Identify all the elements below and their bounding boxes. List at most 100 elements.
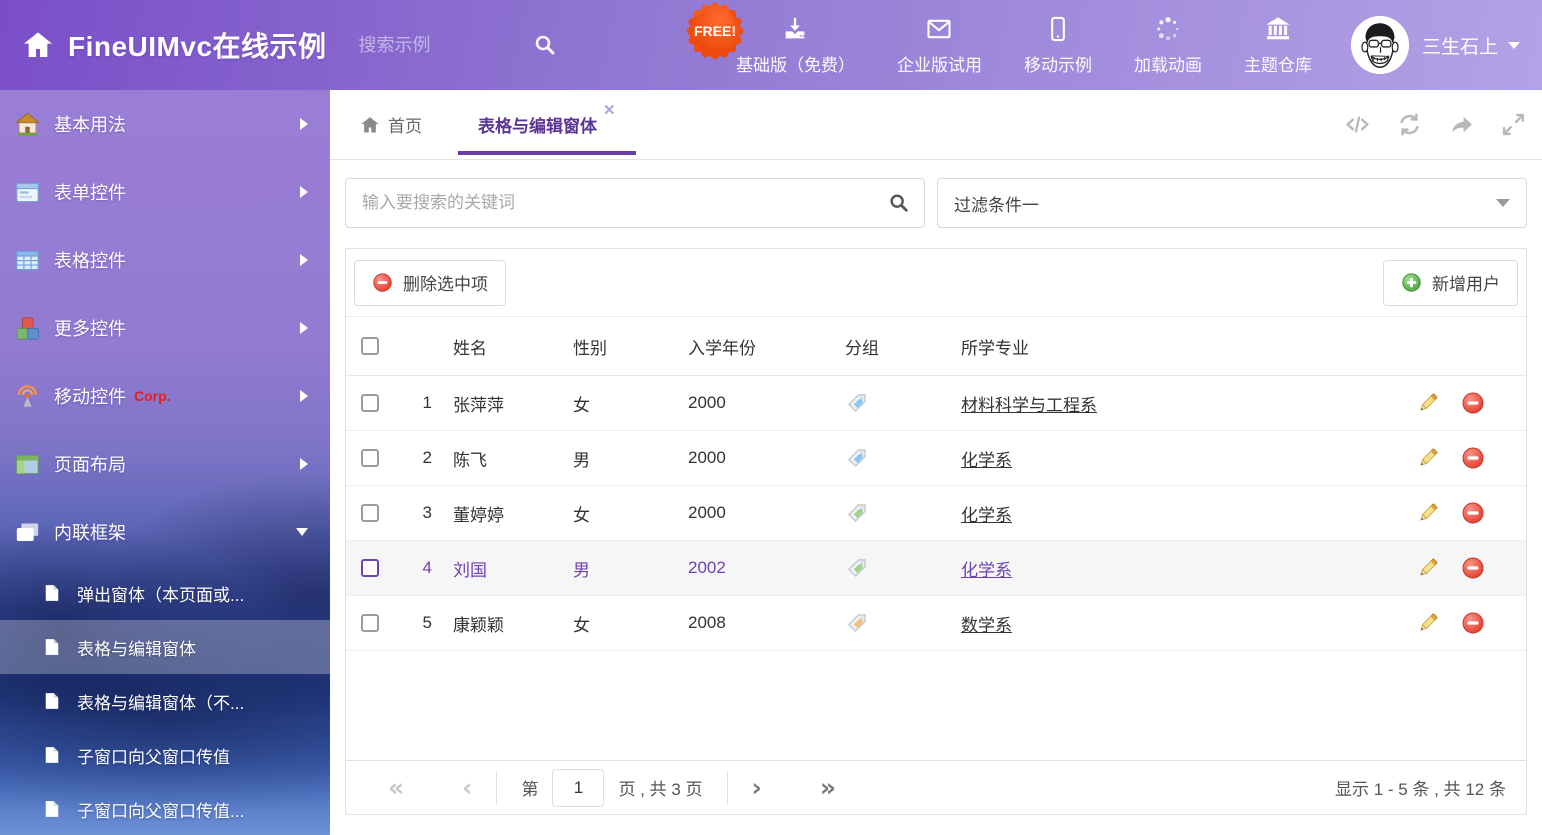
sidebar-item-mobile-controls[interactable]: 移动控件 Corp. (0, 362, 330, 430)
table-row[interactable]: 1 张萍萍 女 2000 材料科学与工程系 (346, 376, 1526, 431)
sidebar-item-label: 表格控件 (54, 247, 126, 273)
user-menu[interactable]: 三生石上 (1351, 16, 1520, 74)
edit-icon[interactable] (1416, 501, 1440, 525)
major-link[interactable]: 数学系 (961, 616, 1012, 635)
row-checkbox[interactable] (361, 504, 379, 522)
filter-dropdown[interactable]: 过滤条件一 (937, 178, 1527, 228)
major-link[interactable]: 化学系 (961, 561, 1012, 580)
sidebar-item-label: 基本用法 (54, 111, 126, 137)
delete-icon[interactable] (1461, 611, 1485, 635)
table-row[interactable]: 5 康颖颖 女 2008 数学系 (346, 596, 1526, 651)
edit-icon[interactable] (1416, 611, 1440, 635)
content: 过滤条件一 删除选中项 新增用户 (330, 160, 1542, 835)
nav-label: 基础版（免费） (736, 51, 855, 76)
nav-item-mobile-demos[interactable]: 移动示例 (1003, 15, 1113, 76)
cell-year: 2000 (686, 393, 841, 413)
keyword-search-input[interactable] (360, 192, 888, 214)
home-icon[interactable] (22, 29, 54, 61)
sidebar-subitem-child-to-parent[interactable]: 子窗口向父窗口传值 (0, 728, 330, 782)
row-checkbox[interactable] (361, 559, 379, 577)
header-search-input[interactable] (357, 34, 507, 57)
antenna-icon (14, 383, 41, 410)
corp-badge: Corp. (134, 388, 171, 404)
chevron-right-icon (300, 390, 308, 402)
layout-icon (14, 451, 41, 478)
cell-gender: 女 (571, 611, 686, 636)
last-page-button[interactable]: » (820, 775, 836, 800)
sidebar-item-page-layout[interactable]: 页面布局 (0, 430, 330, 498)
first-page-button[interactable]: « (388, 775, 404, 800)
sidebar-item-form-controls[interactable]: 表单控件 (0, 158, 330, 226)
sidebar-subitem-popup-window[interactable]: 弹出窗体（本页面或... (0, 566, 330, 620)
major-link[interactable]: 材料科学与工程系 (961, 396, 1097, 415)
row-checkbox[interactable] (361, 614, 379, 632)
edit-icon[interactable] (1416, 556, 1440, 580)
app-window: FineUIMvc在线示例 FREE! 基础版（免费） 企 (0, 0, 1542, 835)
header-nav: 基础版（免费） 企业版试用 移动示例 加载动画 (715, 15, 1333, 76)
sidebar-item-more-controls[interactable]: 更多控件 (0, 294, 330, 362)
sidebar-item-inline-frame[interactable]: 内联框架 (0, 498, 330, 566)
row-number: 3 (406, 503, 446, 523)
nav-label: 移动示例 (1024, 51, 1092, 76)
sidebar-subitem-grid-edit-window-2[interactable]: 表格与编辑窗体（不... (0, 674, 330, 728)
major-link[interactable]: 化学系 (961, 451, 1012, 470)
select-all-checkbox[interactable] (361, 337, 379, 355)
nav-item-loading-animations[interactable]: 加载动画 (1113, 15, 1223, 76)
column-header-major: 所学专业 (956, 334, 1416, 359)
delete-icon[interactable] (1461, 556, 1485, 580)
major-link[interactable]: 化学系 (961, 506, 1012, 525)
prev-page-button[interactable]: ‹ (462, 775, 472, 800)
cell-year: 2000 (686, 448, 841, 468)
expand-icon[interactable] (1501, 112, 1526, 137)
delete-icon[interactable] (1461, 391, 1485, 415)
column-header-gender: 性别 (571, 334, 686, 359)
nav-item-enterprise-trial[interactable]: 企业版试用 (876, 15, 1003, 76)
envelope-icon (925, 15, 953, 43)
row-checkbox[interactable] (361, 449, 379, 467)
sidebar-subitem-label: 表格与编辑窗体（不... (77, 689, 244, 714)
cell-year: 2008 (686, 613, 841, 633)
sidebar-subitem-label: 子窗口向父窗口传值 (77, 743, 230, 768)
row-number: 4 (406, 558, 446, 578)
page-number-input[interactable] (552, 769, 604, 807)
table-row[interactable]: 3 董婷婷 女 2000 化学系 (346, 486, 1526, 541)
close-icon[interactable]: ✕ (603, 103, 616, 118)
row-checkbox[interactable] (361, 394, 379, 412)
tab-home[interactable]: 首页 (346, 90, 436, 159)
nav-item-theme-store[interactable]: 主题仓库 (1223, 15, 1333, 76)
record-count-summary: 显示 1 - 5 条 , 共 12 条 (1335, 775, 1506, 800)
table-row[interactable]: 4 刘国 男 2002 化学系 (346, 541, 1526, 596)
delete-icon[interactable] (1461, 446, 1485, 470)
cell-name: 张萍萍 (446, 391, 571, 416)
refresh-icon[interactable] (1397, 112, 1422, 137)
filter-row: 过滤条件一 (345, 178, 1527, 228)
nav-label: 加载动画 (1134, 51, 1202, 76)
page-suffix-label: 页 , 共 3 页 (618, 775, 702, 800)
tag-icon (841, 556, 956, 580)
edit-icon[interactable] (1416, 446, 1440, 470)
delete-selected-button[interactable]: 删除选中项 (354, 260, 506, 306)
sidebar-item-label: 移动控件 (54, 383, 126, 409)
search-icon[interactable] (533, 33, 557, 57)
header: FineUIMvc在线示例 FREE! 基础版（免费） 企 (0, 0, 1542, 90)
tab-grid-edit-window[interactable]: 表格与编辑窗体 ✕ (458, 90, 636, 159)
sidebar-item-basic-usage[interactable]: 基本用法 (0, 90, 330, 158)
delete-icon[interactable] (1461, 501, 1485, 525)
source-code-icon[interactable] (1345, 112, 1370, 137)
bank-icon (1264, 15, 1292, 43)
add-user-button[interactable]: 新增用户 (1383, 260, 1518, 306)
tab-tools (1345, 90, 1526, 159)
sidebar-item-grid-controls[interactable]: 表格控件 (0, 226, 330, 294)
table-row[interactable]: 2 陈飞 男 2000 化学系 (346, 431, 1526, 486)
plus-circle-icon (1401, 272, 1422, 293)
edit-icon[interactable] (1416, 391, 1440, 415)
sidebar-item-label: 表单控件 (54, 179, 126, 205)
cell-gender: 男 (571, 446, 686, 471)
sidebar-subitem-grid-edit-window[interactable]: 表格与编辑窗体 (0, 620, 330, 674)
share-icon[interactable] (1449, 112, 1474, 137)
sidebar-subitem-child-to-parent-2[interactable]: 子窗口向父窗口传值... (0, 782, 330, 835)
next-page-button[interactable]: › (752, 775, 762, 800)
search-icon[interactable] (888, 192, 910, 214)
pagination-bar: « ‹ 第 页 , 共 3 页 › » 显示 1 - 5 条 , 共 12 条 (346, 760, 1526, 814)
tag-icon (841, 391, 956, 415)
